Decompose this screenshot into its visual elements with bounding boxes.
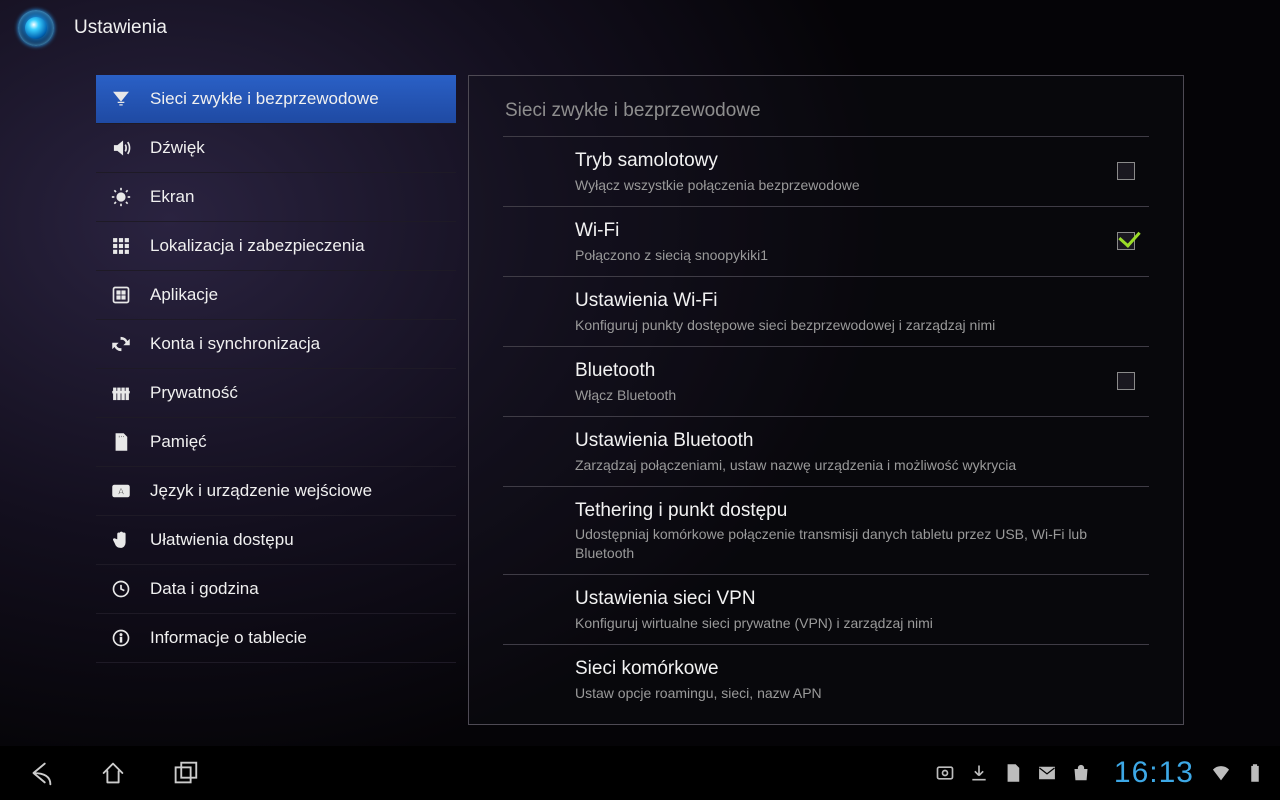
row-vpn-settings[interactable]: Ustawienia sieci VPN Konfiguruj wirtualn… [503,574,1149,644]
checkbox-airplane[interactable] [1117,162,1135,180]
sidebar-item-label: Aplikacje [150,285,218,305]
sidebar-item-label: Język i urządzenie wejściowe [150,481,372,501]
sidebar-item-label: Ułatwienia dostępu [150,530,294,550]
sidebar-item-label: Pamięć [150,432,207,452]
row-bluetooth-settings[interactable]: Ustawienia Bluetooth Zarządzaj połączeni… [503,416,1149,486]
recent-apps-button[interactable] [152,750,218,796]
row-mobile-networks[interactable]: Sieci komórkowe Ustaw opcje roamingu, si… [503,644,1149,714]
row-subtitle: Ustaw opcje roamingu, sieci, nazw APN [575,684,1089,702]
sidebar-item-datetime[interactable]: Data i godzina [96,565,456,614]
sidebar-item-apps[interactable]: Aplikacje [96,271,456,320]
row-tethering[interactable]: Tethering i punkt dostępu Udostępniaj ko… [503,486,1149,574]
download-icon [968,762,990,784]
status-tray[interactable]: 16:13 [934,756,1266,790]
row-title: Bluetooth [575,359,1089,383]
sidebar-item-label: Dźwięk [150,138,205,158]
sidebar-item-label: Lokalizacja i zabezpieczenia [150,236,365,256]
checkbox-bluetooth[interactable] [1117,372,1135,390]
keyboard-a-icon: A [110,480,132,502]
row-title: Tethering i punkt dostępu [575,499,1089,523]
sidebar-item-display[interactable]: Ekran [96,173,456,222]
row-subtitle: Wyłącz wszystkie połączenia bezprzewodow… [575,176,1089,194]
sidebar-item-location-security[interactable]: Lokalizacja i zabezpieczenia [96,222,456,271]
wifi-status-icon [1210,762,1232,784]
row-title: Sieci komórkowe [575,657,1089,681]
fence-icon [110,382,132,404]
svg-text:A: A [118,486,125,496]
speaker-icon [110,137,132,159]
clock: 16:13 [1114,756,1194,790]
row-title: Ustawienia sieci VPN [575,587,1089,611]
app-icon [18,10,54,46]
sidebar-item-label: Prywatność [150,383,238,403]
title-bar: Ustawienia [0,0,1280,56]
app-title: Ustawienia [74,17,167,39]
home-button[interactable] [80,750,146,796]
signal-bars-icon [110,88,132,110]
sidebar-item-label: Ekran [150,187,194,207]
sdcard-icon [110,431,132,453]
screenshot-icon [934,762,956,784]
sidebar-item-sound[interactable]: Dźwięk [96,124,456,173]
panel-header: Sieci zwykłe i bezprzewodowe [469,76,1183,136]
info-icon [110,627,132,649]
settings-sidebar: Sieci zwykłe i bezprzewodowe Dźwięk Ekra… [96,75,456,725]
market-icon [1070,762,1092,784]
row-subtitle: Konfiguruj wirtualne sieci prywatne (VPN… [575,614,1089,632]
row-subtitle: Konfiguruj punkty dostępowe sieci bezprz… [575,316,1089,334]
brightness-icon [110,186,132,208]
sidebar-item-language-input[interactable]: A Język i urządzenie wejściowe [96,467,456,516]
row-title: Wi-Fi [575,219,1089,243]
row-wifi-settings[interactable]: Ustawienia Wi-Fi Konfiguruj punkty dostę… [503,276,1149,346]
back-button[interactable] [8,750,74,796]
settings-panel: Sieci zwykłe i bezprzewodowe Tryb samolo… [468,75,1184,725]
sidebar-item-label: Konta i synchronizacja [150,334,320,354]
row-title: Ustawienia Bluetooth [575,429,1089,453]
battery-status-icon [1244,762,1266,784]
row-title: Tryb samolotowy [575,149,1089,173]
row-subtitle: Udostępniaj komórkowe połączenie transmi… [575,525,1089,561]
sidebar-item-storage[interactable]: Pamięć [96,418,456,467]
row-wifi[interactable]: Wi-Fi Połączono z siecią snoopykiki1 [503,206,1149,276]
row-airplane-mode[interactable]: Tryb samolotowy Wyłącz wszystkie połącze… [503,136,1149,206]
system-bar: 16:13 [0,746,1280,800]
row-title: Ustawienia Wi-Fi [575,289,1089,313]
sidebar-item-label: Data i godzina [150,579,259,599]
row-subtitle: Połączono z siecią snoopykiki1 [575,246,1089,264]
sync-icon [110,333,132,355]
row-bluetooth[interactable]: Bluetooth Włącz Bluetooth [503,346,1149,416]
apps-icon [110,284,132,306]
grid-icon [110,235,132,257]
sidebar-item-privacy[interactable]: Prywatność [96,369,456,418]
sidebar-item-accounts-sync[interactable]: Konta i synchronizacja [96,320,456,369]
mail-icon [1036,762,1058,784]
row-subtitle: Zarządzaj połączeniami, ustaw nazwę urzą… [575,456,1089,474]
sidebar-item-accessibility[interactable]: Ułatwienia dostępu [96,516,456,565]
sidebar-item-label: Informacje o tablecie [150,628,307,648]
sidebar-item-wireless[interactable]: Sieci zwykłe i bezprzewodowe [96,75,456,124]
hand-icon [110,529,132,551]
row-subtitle: Włącz Bluetooth [575,386,1089,404]
sdcard-status-icon [1002,762,1024,784]
sidebar-item-label: Sieci zwykłe i bezprzewodowe [150,89,379,109]
sidebar-item-about[interactable]: Informacje o tablecie [96,614,456,663]
checkbox-wifi[interactable] [1117,232,1135,250]
settings-list: Tryb samolotowy Wyłącz wszystkie połącze… [469,136,1183,724]
clock-icon [110,578,132,600]
